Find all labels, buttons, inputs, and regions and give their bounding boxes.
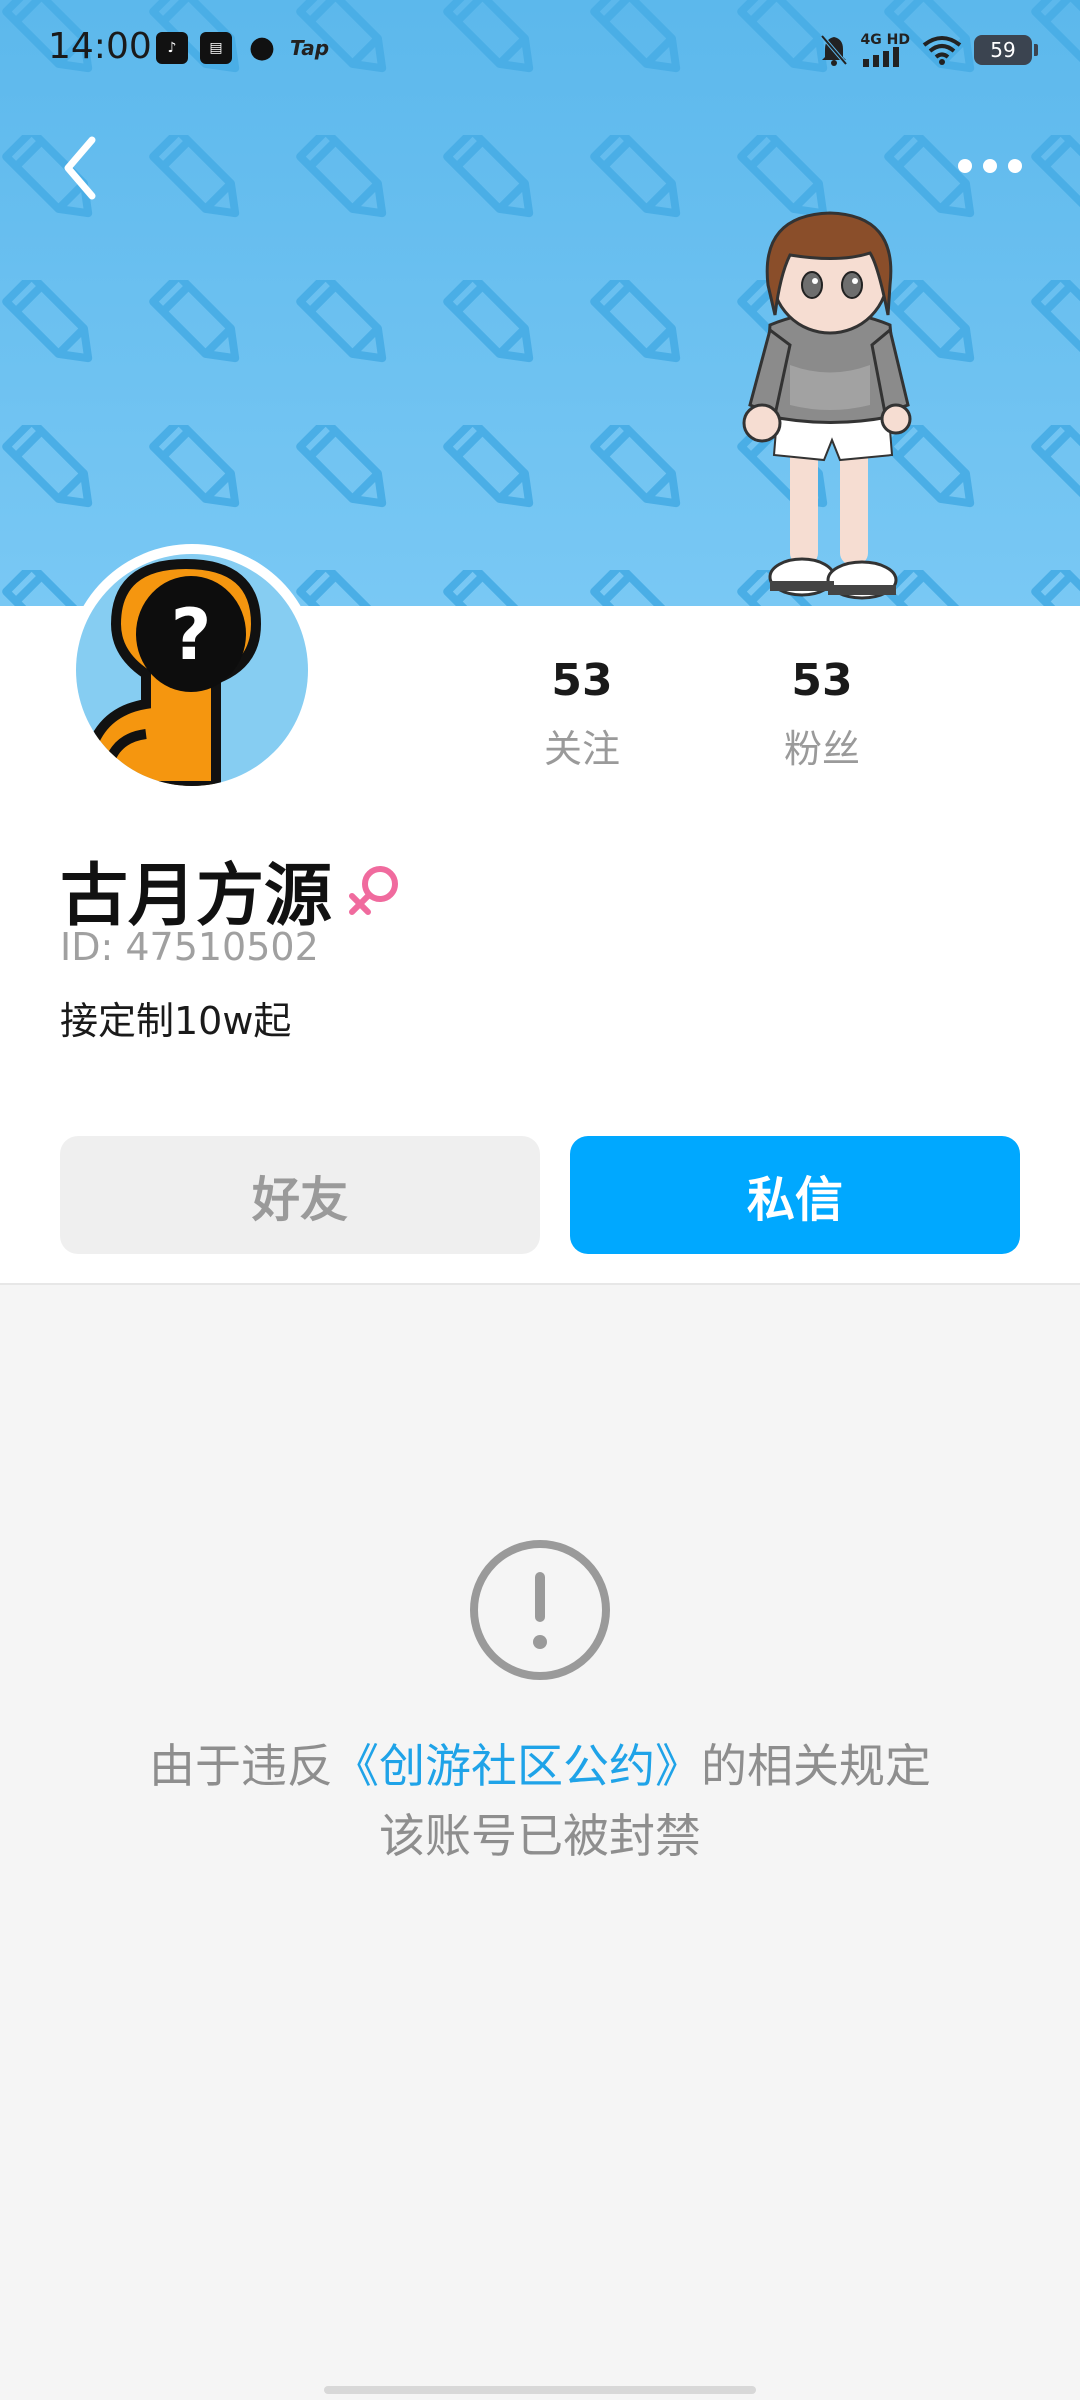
following-stat[interactable]: 53 关注 xyxy=(482,655,682,773)
friend-button[interactable]: 好友 xyxy=(60,1136,540,1254)
network-type: 4G HD xyxy=(860,32,910,48)
more-button[interactable] xyxy=(950,146,1030,186)
mute-bell-icon xyxy=(820,34,848,66)
avatar[interactable]: ? xyxy=(66,544,318,796)
fans-stat[interactable]: 53 粉丝 xyxy=(722,655,922,773)
tap-app-icon: Tap xyxy=(290,36,330,60)
fans-count: 53 xyxy=(791,655,853,706)
following-label: 关注 xyxy=(543,727,620,771)
wifi-icon xyxy=(922,36,962,65)
divider xyxy=(0,1283,1080,1285)
status-bar: 14:00 ♪ ▤ ● Tap 4G HD 59 xyxy=(0,0,1080,100)
fans-label: 粉丝 xyxy=(783,727,860,771)
female-icon xyxy=(349,865,399,915)
signal-bars-icon xyxy=(862,47,899,67)
status-time: 14:00 xyxy=(48,26,152,67)
cellular-signal: 4G HD xyxy=(861,33,910,67)
battery-indicator: 59 xyxy=(974,35,1038,65)
ban-notice-line-2: 该账号已被封禁 xyxy=(379,1809,701,1863)
tiktok-icon: ♪ xyxy=(156,32,188,64)
character-avatar-illustration xyxy=(742,211,912,600)
ban-notice-suffix: 的相关规定 xyxy=(701,1739,931,1793)
back-button[interactable] xyxy=(52,128,112,208)
following-count: 53 xyxy=(551,655,613,706)
chevron-left-icon xyxy=(64,136,96,200)
home-indicator[interactable] xyxy=(324,2386,756,2394)
status-indicators: 4G HD 59 xyxy=(819,28,1038,72)
chat-icon: ● xyxy=(248,30,276,65)
default-avatar-icon: ? xyxy=(80,558,262,786)
user-id: ID: 47510502 xyxy=(60,925,319,969)
message-button[interactable]: 私信 xyxy=(570,1136,1020,1254)
svg-text:?: ? xyxy=(171,594,212,676)
user-bio: 接定制10w起 xyxy=(60,999,292,1043)
news-icon: ▤ xyxy=(200,32,232,64)
more-dots-icon xyxy=(958,159,1022,173)
ban-notice-line-1: 由于违反《创游社区公约》的相关规定 xyxy=(0,1730,1080,1796)
warning-icon xyxy=(470,1540,610,1680)
ban-notice-prefix: 由于违反 xyxy=(149,1739,333,1793)
community-rules-link[interactable]: 《创游社区公约》 xyxy=(333,1739,701,1793)
